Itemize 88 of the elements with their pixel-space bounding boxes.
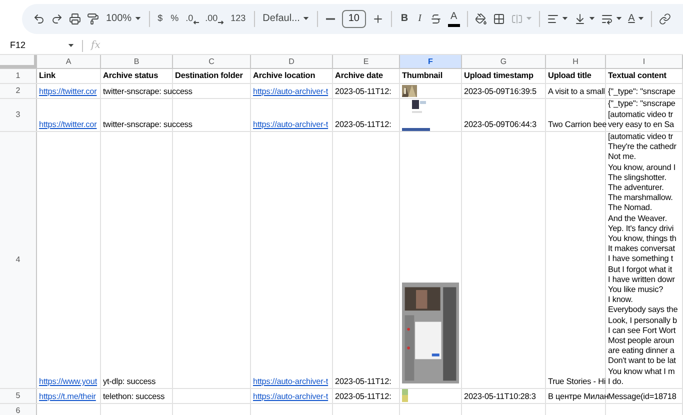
row-header[interactable]: 6 [0,404,37,415]
printer-icon [69,12,81,24]
align-left-icon [547,12,560,24]
fx-label: fx [91,39,100,53]
column-header[interactable]: H [546,55,606,68]
column-heading: Archive status [103,70,158,81]
table-cell-text: В центре Милан [548,392,608,402]
font-size-field[interactable]: 10 [342,10,366,28]
arrow-icon [218,20,224,25]
caret-icon [134,17,141,20]
column-heading: Link [39,70,56,81]
table-cell-text: telethon: success [103,392,165,402]
format-button[interactable]: 123 [226,6,250,30]
column-header[interactable]: I [606,55,683,68]
table-cell-text: Two Carrion bee [548,120,607,130]
row-header[interactable]: 1 [0,69,37,83]
link[interactable]: https://t.me/their [39,392,96,402]
caret-icon [638,17,644,20]
text-rotation-button[interactable]: A [625,6,647,30]
column-header[interactable]: D [251,55,333,68]
table-cell-text: {"_type": "snscrape [automatic video tr very easy to en Sa [608,99,676,130]
table-cell-text: twitter-snscrape: success [103,86,192,97]
minus-icon [326,18,335,20]
column-header[interactable]: A [37,55,101,68]
table-cell-text: 2023-05-09T06:44:3 [464,120,536,130]
table-cell-text: yt-dlp: success [103,376,156,388]
link[interactable]: https://twitter.cor [39,120,97,130]
arrow-icon [193,20,200,25]
borders-icon [493,12,506,24]
column-header[interactable]: B [101,55,173,68]
link[interactable]: https://auto-archiver-t [253,120,328,130]
link[interactable]: https://auto-archiver-t [253,392,328,402]
row-header[interactable]: 5 [0,389,37,404]
link-icon [658,12,671,24]
caret-icon [526,17,532,20]
caret-icon [616,17,622,20]
table-cell-text: 2023-05-09T16:39:5 [464,86,536,97]
column-header[interactable]: C [173,55,251,68]
text-color-button[interactable]: A [448,10,460,26]
redo-icon [51,12,63,24]
table-cell-text: [automatic video tr They're the cathedr Not me. You know, around I The slingshotter. The adventurer. The marshmallow. The Nomad. And the Weaver. Yep. It's fancy drivi You know, things th It makes conversat I have something t But I forgot what it I have written dowr You like music? I know. Everybody says the Look, I personally b I can see Fort Wort Most people aroun are eating dinner a Don't want to be lat You know what I m I do. [608,132,678,388]
format-button[interactable]: $ [154,6,167,30]
link[interactable]: https://www.yout [39,376,98,388]
column-heading: Archive date [335,70,383,81]
table-cell-text: True Stories - Hi [548,376,606,388]
table-cell-text: 2023-05-11T10:28:3 [464,392,536,402]
undo-icon [33,12,45,24]
table-cell-text: 2023-05-11T12: [335,376,392,388]
decimal-button[interactable]: .0 [182,6,202,30]
table-cell-text: twitter-snscrape: success [103,120,192,130]
wrap-text-icon [601,12,614,24]
link[interactable]: https://twitter.cor [39,86,97,97]
italic-button[interactable]: I [413,6,426,30]
column-heading: Destination folder [175,70,243,81]
caret-icon [302,17,309,20]
strikethrough-icon [430,12,442,24]
column-heading: Upload title [548,70,592,81]
caret-icon [68,44,74,47]
column-heading: Textual content [608,70,666,81]
table-cell-text: 2023-05-11T12: [335,120,392,130]
merge-cells-icon [511,12,524,24]
caret-icon [589,17,596,20]
column-header[interactable]: F [400,55,462,68]
table-cell-text: 2023-05-11T12: [335,392,392,402]
column-heading: Archive location [253,70,316,81]
link[interactable]: https://auto-archiver-t [253,376,328,388]
dropdown-button[interactable]: Defaul... [258,6,313,30]
column-header[interactable]: G [462,55,546,68]
table-cell-text: Message(id=18718 [608,392,676,402]
bold-button[interactable]: B [396,6,414,30]
caret-icon [562,17,568,20]
format-button[interactable]: % [166,6,183,30]
paint-roller-icon [87,12,99,24]
link[interactable]: https://auto-archiver-t [253,86,328,97]
table-cell-text: A visit to a small [548,86,605,97]
row-header[interactable]: 3 [0,99,37,131]
align-bottom-icon [574,12,586,24]
row-header[interactable]: 4 [0,132,37,388]
table-cell-text: {"_type": "snscrape [608,86,676,97]
column-heading: Thumbnail [402,70,442,81]
paint-bucket-icon [475,12,488,24]
plus-icon [372,12,384,24]
row-header[interactable]: 2 [0,84,37,98]
table-cell-text: 2023-05-11T12: [335,86,392,97]
dropdown-button[interactable]: 100% [102,6,145,30]
name-box[interactable]: F12 [10,38,74,52]
column-heading: Upload timestamp [464,70,534,81]
decimal-button[interactable]: .00 [202,6,227,30]
